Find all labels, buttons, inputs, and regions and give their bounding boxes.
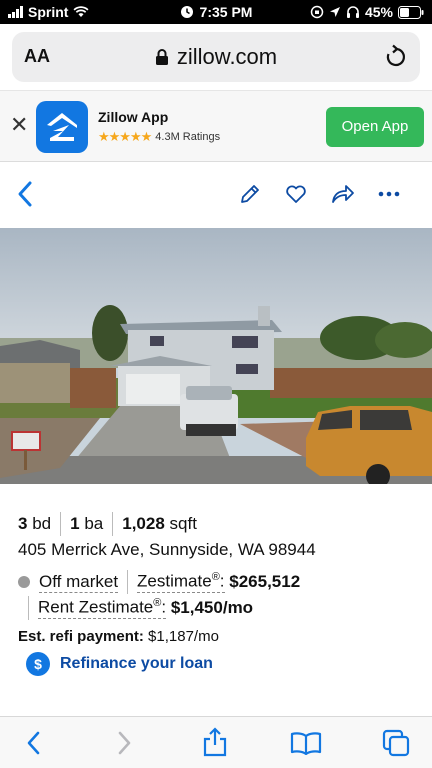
browser-back-icon[interactable]	[24, 729, 42, 757]
location-icon	[329, 7, 340, 17]
baths-count: 1	[70, 514, 80, 533]
more-icon[interactable]	[378, 190, 400, 198]
battery-icon	[398, 5, 424, 19]
headphones-icon	[346, 6, 359, 18]
address-bar[interactable]: AA zillow.com	[12, 32, 420, 82]
rating-count: 4.3M Ratings	[155, 131, 221, 143]
close-icon[interactable]: ✕	[10, 113, 28, 137]
status-bar: Sprint 7:35 PM 45%	[0, 0, 432, 24]
share-sheet-icon[interactable]	[202, 727, 228, 757]
refi-payment: Est. refi payment: $1,187/mo	[18, 628, 219, 645]
zestimate-label-text: Zestimate	[137, 571, 212, 591]
rent-label-text: Rent Zestimate	[38, 597, 154, 617]
listing-status[interactable]: Off market	[39, 572, 119, 593]
reload-icon[interactable]	[384, 44, 408, 70]
lock-icon	[155, 49, 168, 65]
beds-count: 3	[18, 514, 28, 533]
open-app-button[interactable]: Open App	[326, 107, 424, 147]
property-address: 405 Merrick Ave, Sunnyside, WA 98944	[18, 540, 316, 559]
bookmarks-icon[interactable]	[290, 731, 322, 755]
rent-zestimate-value: $1,450/mo	[170, 598, 254, 617]
registered-mark: ®	[153, 597, 162, 610]
zestimate-value: $265,512	[229, 572, 301, 591]
zillow-logo-icon	[36, 101, 88, 153]
sqft-value: 1,028	[122, 514, 165, 533]
property-photo[interactable]	[0, 228, 432, 484]
refi-value: $1,187/mo	[148, 628, 219, 645]
registered-mark: ®	[211, 571, 220, 584]
divider	[28, 596, 29, 620]
app-name: Zillow App	[98, 109, 169, 125]
refinance-link-label: Refinance your loan	[60, 655, 213, 672]
share-icon[interactable]	[330, 182, 356, 206]
rent-zestimate-label[interactable]: Rent Zestimate®:	[38, 597, 167, 619]
refinance-link[interactable]: $ Refinance your loan	[26, 652, 213, 676]
browser-bottom-toolbar	[0, 716, 432, 768]
tabs-icon[interactable]	[382, 729, 410, 757]
rating-stars: ★★★★★	[98, 129, 152, 144]
alarm-icon	[180, 6, 193, 18]
back-icon[interactable]	[16, 180, 34, 208]
sqft-unit: sqft	[169, 514, 197, 533]
clock-time: 7:35 PM	[199, 4, 253, 20]
app-rating: ★★★★★ 4.3M Ratings	[98, 129, 220, 145]
baths-unit: ba	[84, 514, 104, 533]
divider	[60, 512, 62, 536]
listing-toolbar	[0, 162, 432, 228]
url-domain: zillow.com	[176, 44, 278, 69]
rent-row: Rent Zestimate®: $1,450/mo	[28, 596, 253, 620]
divider	[127, 570, 129, 594]
beds-unit: bd	[32, 514, 52, 533]
home-facts: 3 bd 1 ba 1,028 sqft	[18, 512, 197, 536]
zestimate-label[interactable]: Zestimate®:	[137, 571, 225, 593]
browser-address-area: AA zillow.com	[0, 24, 432, 90]
heart-icon[interactable]	[284, 182, 308, 206]
divider	[112, 512, 114, 536]
dollar-icon: $	[26, 652, 50, 676]
status-row: Off market Zestimate®: $265,512	[18, 570, 300, 594]
status-dot-icon	[18, 576, 30, 588]
battery-percent: 45%	[364, 4, 393, 20]
edit-icon[interactable]	[238, 182, 262, 206]
forward-icon[interactable]	[116, 729, 134, 757]
app-install-banner: ✕ Zillow App ★★★★★ 4.3M Ratings Open App	[0, 90, 432, 162]
orientation-lock-icon	[310, 5, 324, 19]
refi-label: Est. refi payment:	[18, 628, 144, 645]
